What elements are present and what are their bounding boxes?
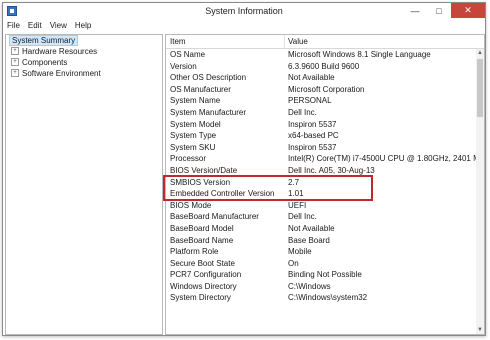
tree-item-label: System Summary <box>9 35 79 46</box>
category-tree: System Summary + Hardware Resources + Comp… <box>5 34 163 335</box>
table-row[interactable]: Version 6.3.9600 Build 9600 <box>166 61 476 73</box>
row-value: x64-based PC <box>288 131 339 141</box>
row-item-label: System Manufacturer <box>170 107 247 117</box>
row-item-label: Windows Directory <box>170 281 237 291</box>
menu-file[interactable]: File <box>7 21 20 30</box>
close-button[interactable]: ✕ <box>451 3 485 18</box>
row-item-label: BaseBoard Manufacturer <box>170 212 259 222</box>
menu-help[interactable]: Help <box>75 21 91 30</box>
minimize-button[interactable]: — <box>403 3 427 18</box>
row-item-label: PCR7 Configuration <box>170 270 242 280</box>
row-item-label: System Directory <box>170 293 231 303</box>
expand-icon[interactable]: + <box>11 68 19 77</box>
row-value: Mobile <box>288 247 312 257</box>
tree-item-components[interactable]: + Components <box>6 57 162 68</box>
row-value: 6.3.9600 Build 9600 <box>288 61 360 71</box>
column-header-item[interactable]: Item <box>170 37 186 46</box>
row-value: Binding Not Possible <box>288 270 362 280</box>
table-row[interactable]: System Model Inspiron 5537 <box>166 119 476 131</box>
table-row[interactable]: Platform Role Mobile <box>166 246 476 258</box>
row-value: On <box>288 258 299 268</box>
highlight-annotation-box <box>163 175 373 201</box>
table-row[interactable]: BaseBoard Model Not Available <box>166 223 476 235</box>
table-row[interactable]: Other OS Description Not Available <box>166 72 476 84</box>
row-item-label: Platform Role <box>170 247 219 257</box>
column-header-value[interactable]: Value <box>288 37 308 46</box>
row-value: PERSONAL <box>288 96 332 106</box>
expand-icon[interactable]: + <box>11 57 19 66</box>
table-row[interactable]: Processor Intel(R) Core(TM) i7-4500U CPU … <box>166 153 480 165</box>
row-item-label: OS Name <box>170 50 206 59</box>
row-item-label: Other OS Description <box>170 73 247 83</box>
scroll-down-arrow-icon[interactable]: ▼ <box>476 326 484 334</box>
tree-item-label: Hardware Resources <box>22 47 98 56</box>
table-row[interactable]: System Type x64-based PC <box>166 130 476 142</box>
system-information-window: System Information — □ ✕ File Edit View … <box>2 2 486 336</box>
row-value: Not Available <box>288 223 335 233</box>
tree-item-system-summary[interactable]: System Summary <box>6 35 162 46</box>
table-row[interactable]: System Name PERSONAL <box>166 95 476 107</box>
list-header: Item Value <box>166 35 484 49</box>
row-value: Microsoft Corporation <box>288 84 365 94</box>
row-item-label: Version <box>170 61 197 71</box>
row-item-label: System Type <box>170 131 217 141</box>
row-item-label: Secure Boot State <box>170 258 235 268</box>
tree-item-software-environment[interactable]: + Software Environment <box>6 68 162 79</box>
row-value: C:\Windows\system32 <box>288 293 368 303</box>
row-item-label: BaseBoard Name <box>170 235 234 245</box>
row-item-label: System Model <box>170 119 221 129</box>
title-bar[interactable]: System Information — □ ✕ <box>3 3 485 19</box>
row-value: Inspiron 5537 <box>288 119 337 129</box>
row-value: Microsoft Windows 8.1 Single Language <box>288 50 431 59</box>
table-row[interactable]: OS Manufacturer Microsoft Corporation <box>166 84 476 96</box>
row-item-label: System Name <box>170 96 221 106</box>
row-value: Inspiron 5537 <box>288 142 337 152</box>
row-value: UEFI <box>288 200 307 210</box>
table-row[interactable]: BIOS Mode UEFI <box>166 200 476 212</box>
window-controls: — □ ✕ <box>403 3 485 18</box>
row-value: C:\Windows <box>288 281 331 291</box>
table-row[interactable]: BaseBoard Manufacturer Dell Inc. <box>166 211 476 223</box>
row-value: Intel(R) Core(TM) i7-4500U CPU @ 1.80GHz… <box>288 154 480 164</box>
table-row[interactable]: Secure Boot State On <box>166 258 476 270</box>
tree-item-label: Components <box>22 58 68 67</box>
menu-view[interactable]: View <box>50 21 67 30</box>
maximize-button[interactable]: □ <box>427 3 451 18</box>
row-item-label: OS Manufacturer <box>170 84 231 94</box>
row-item-label: Processor <box>170 154 207 164</box>
table-row[interactable]: Windows Directory C:\Windows <box>166 281 476 293</box>
row-item-label: BaseBoard Model <box>170 223 234 233</box>
row-value: Dell Inc. <box>288 107 317 117</box>
menu-edit[interactable]: Edit <box>28 21 42 30</box>
tree-item-label: Software Environment <box>22 69 101 78</box>
menu-bar: File Edit View Help <box>3 19 485 32</box>
tree-item-hardware-resources[interactable]: + Hardware Resources <box>6 46 162 57</box>
expand-icon[interactable]: + <box>11 46 19 55</box>
table-row[interactable]: BaseBoard Name Base Board <box>166 235 476 247</box>
scroll-up-arrow-icon[interactable]: ▲ <box>476 49 484 57</box>
row-item-label: BIOS Mode <box>170 200 212 210</box>
vertical-scrollbar[interactable]: ▲ ▼ <box>476 49 484 334</box>
row-value: Not Available <box>288 73 335 83</box>
table-row[interactable]: PCR7 Configuration Binding Not Possible <box>166 269 476 281</box>
row-value: Dell Inc. <box>288 212 317 222</box>
table-row[interactable]: OS Name Microsoft Windows 8.1 Single Lang… <box>166 49 476 61</box>
row-value: Base Board <box>288 235 330 245</box>
row-item-label: System SKU <box>170 142 216 152</box>
table-row[interactable]: System Directory C:\Windows\system32 <box>166 292 476 304</box>
table-row[interactable]: System SKU Inspiron 5537 <box>166 142 476 154</box>
table-row[interactable]: System Manufacturer Dell Inc. <box>166 107 476 119</box>
column-divider[interactable] <box>284 35 285 48</box>
scroll-thumb[interactable] <box>477 59 483 117</box>
